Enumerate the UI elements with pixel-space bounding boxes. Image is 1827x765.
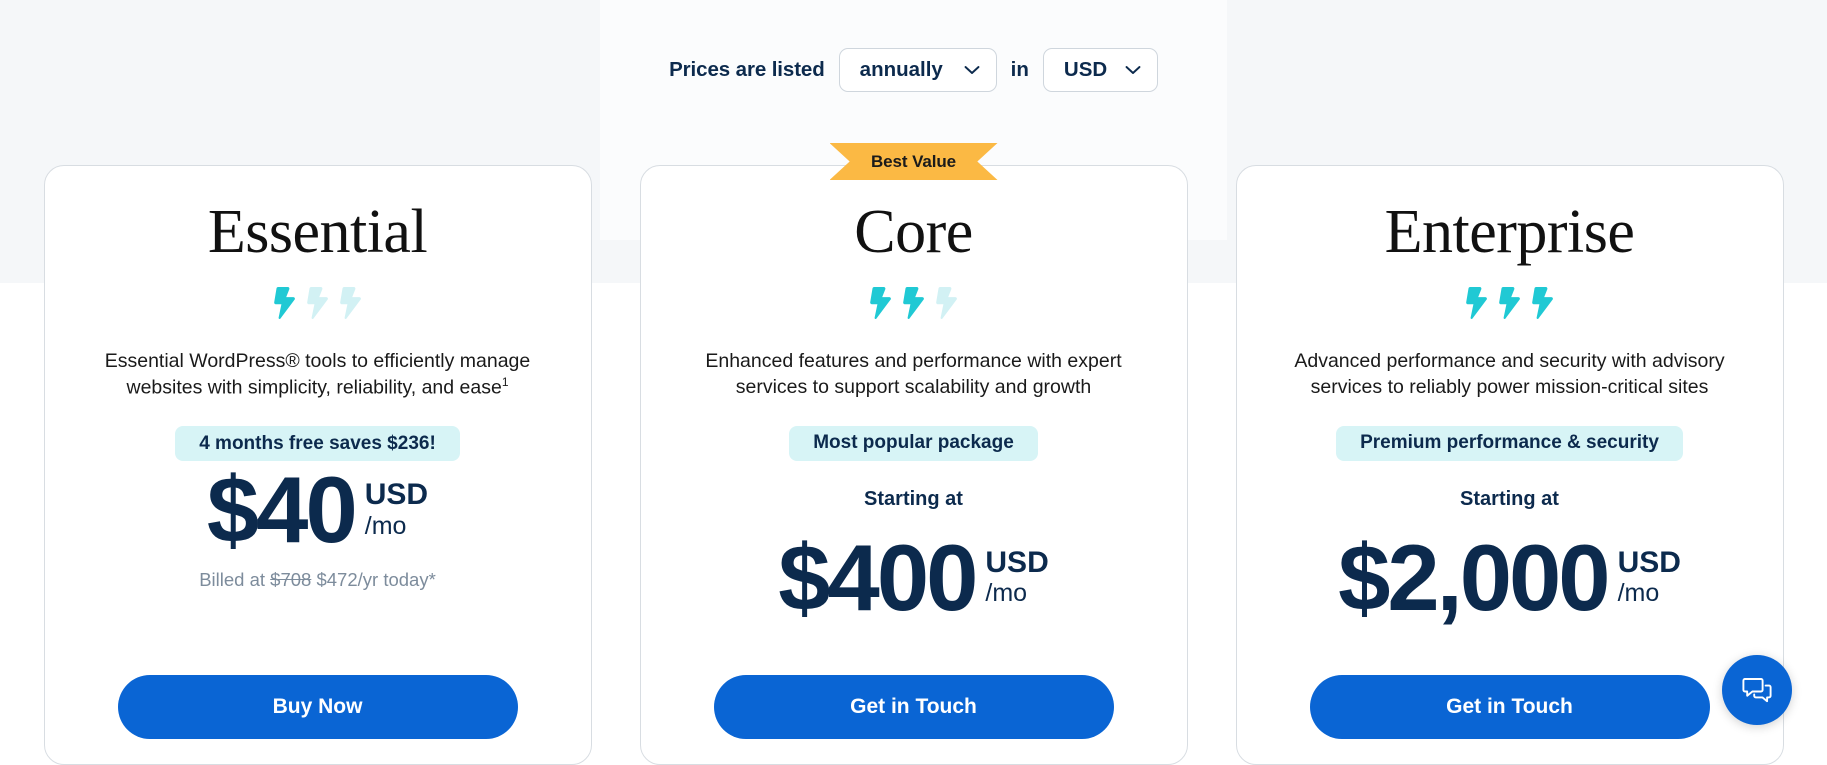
chevron-down-icon: [964, 65, 980, 75]
plan-price-amount: $2,000: [1338, 524, 1611, 630]
lightning-bolt-icon: [1497, 286, 1523, 320]
billing-period-dropdown[interactable]: annually: [838, 48, 997, 92]
chat-widget-button[interactable]: [1722, 655, 1792, 725]
plan-price-currency: USD: [364, 478, 429, 512]
best-value-ribbon: Best Value: [829, 143, 998, 180]
plan-title: Enterprise: [1384, 198, 1635, 266]
lightning-bolt-icon: [1530, 286, 1556, 320]
plan-description-text: Enhanced features and performance with e…: [705, 350, 1122, 398]
plan-tier-bolts: [272, 283, 364, 323]
lightning-bolt-icon: [868, 286, 894, 320]
starting-at-label: Starting at: [864, 487, 963, 510]
billing-selector-bar: Prices are listed annually in USD: [0, 0, 1827, 140]
starting-at-label: Starting at: [1460, 487, 1559, 510]
plan-price-currency: USD: [985, 545, 1049, 579]
in-label: in: [1010, 58, 1029, 81]
billed-new-price: $472/yr today*: [316, 568, 436, 590]
plan-description: Enhanced features and performance with e…: [679, 349, 1149, 401]
plan-cta-button[interactable]: Get in Touch: [1309, 675, 1710, 739]
plan-price-period: /mo: [364, 511, 407, 540]
description-footnote: 1: [501, 374, 509, 389]
lightning-bolt-icon: [901, 286, 927, 320]
plan-price-row: $400 USD/mo: [778, 524, 1048, 630]
plan-price-period: /mo: [985, 579, 1028, 608]
plan-cta-button[interactable]: Get in Touch: [713, 675, 1114, 739]
plan-price-row: $2,000 USD/mo: [1338, 524, 1681, 630]
pricing-card-enterprise: Enterprise Advanced performance and secur…: [1235, 165, 1784, 765]
chevron-down-icon: [1125, 65, 1141, 75]
pricing-card-essential: Essential Essential WordPress® tools to e…: [43, 165, 592, 765]
plan-description: Advanced performance and security with a…: [1275, 349, 1745, 401]
billing-period-value: annually: [859, 58, 943, 81]
plan-title: Core: [854, 198, 973, 266]
plan-description-text: Essential WordPress® tools to efficientl…: [104, 350, 531, 399]
plan-badge: 4 months free saves $236!: [175, 426, 460, 462]
plan-badge: Premium performance & security: [1336, 425, 1683, 461]
plan-tier-bolts: [868, 283, 960, 323]
plan-cta-button[interactable]: Buy Now: [117, 675, 518, 739]
plan-description-text: Advanced performance and security with a…: [1294, 350, 1725, 398]
chat-bubbles-icon: [1741, 674, 1773, 706]
lightning-bolt-icon: [272, 286, 298, 320]
lightning-bolt-icon: [934, 286, 960, 320]
lightning-bolt-icon: [305, 286, 331, 320]
lightning-bolt-icon: [1464, 286, 1490, 320]
plan-description: Essential WordPress® tools to efficientl…: [83, 349, 553, 401]
plan-price-meta: USD/mo: [1618, 533, 1681, 610]
plan-tier-bolts: [1464, 283, 1556, 323]
plan-price-meta: USD/mo: [365, 465, 428, 542]
currency-value: USD: [1063, 58, 1108, 81]
billed-prefix: Billed at: [199, 568, 266, 590]
plan-price-row: $40 USD/mo: [206, 457, 428, 563]
plan-badge: Most popular package: [789, 425, 1038, 461]
billed-old-price: $708: [270, 568, 312, 590]
pricing-card-core: Best Value Core Enhanced features and perf…: [639, 143, 1188, 765]
best-value-label: Best Value: [871, 151, 956, 171]
prices-listed-label: Prices are listed: [669, 58, 825, 81]
billed-note: Billed at $708 $472/yr today*: [199, 569, 436, 591]
plan-price-period: /mo: [1617, 579, 1660, 608]
plan-price-currency: USD: [1617, 545, 1681, 579]
lightning-bolt-icon: [338, 286, 364, 320]
pricing-cards-row: Essential Essential WordPress® tools to e…: [0, 143, 1827, 765]
plan-title: Essential: [207, 198, 428, 266]
plan-price-meta: USD/mo: [985, 533, 1048, 610]
plan-price-amount: $40: [206, 457, 358, 563]
plan-price-amount: $400: [778, 524, 978, 630]
currency-dropdown[interactable]: USD: [1042, 48, 1158, 92]
